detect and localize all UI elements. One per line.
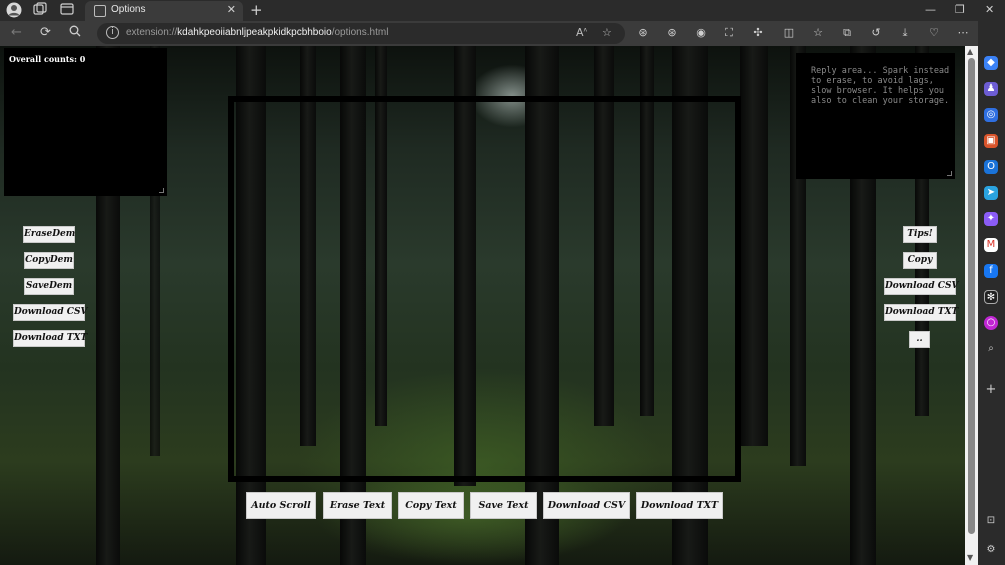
favorite-star-icon[interactable]: ☆ — [602, 26, 612, 39]
navigation-bar: ← ⟳ i extension://kdahkpeoiiabnljpeakpki… — [0, 21, 1005, 46]
sidebar-gmail-icon[interactable]: M — [984, 238, 998, 252]
sidebar-outlook-icon[interactable]: O — [984, 160, 998, 174]
bottom-download-txt-button[interactable]: Download TXT — [636, 492, 723, 519]
sidebar-telegram-icon[interactable]: ➤ — [984, 186, 998, 200]
refresh-icon[interactable]: ⟳ — [40, 25, 51, 41]
tab-options[interactable]: Options ✕ — [85, 1, 243, 21]
favorites-icon[interactable]: ☆ — [811, 26, 825, 40]
sidebar-messenger-icon[interactable]: ✦ — [984, 212, 998, 226]
sidebar-hide-icon[interactable]: ⊡ — [984, 514, 998, 528]
tab-title: Options — [111, 4, 146, 15]
close-window-button[interactable]: ✕ — [985, 3, 994, 16]
extension-icon-2[interactable]: ⊛ — [665, 26, 679, 40]
title-bar: Options ✕ + — ❐ ✕ — [0, 0, 1005, 21]
resize-grip[interactable] — [947, 171, 952, 176]
sidebar-facebook-icon[interactable]: f — [984, 264, 998, 278]
page-viewport: Overall counts: 0 Reply area... Spark in… — [0, 46, 978, 565]
minimize-button[interactable]: — — [925, 3, 936, 16]
sidebar-search-icon[interactable]: ⌕ — [984, 342, 998, 356]
history-icon[interactable]: ↺ — [869, 26, 883, 40]
erase-dem-button[interactable]: EraseDem — [23, 226, 75, 243]
collections-icon[interactable]: ⧉ — [840, 26, 854, 40]
display-frame — [228, 96, 741, 482]
tree-trunk — [740, 46, 768, 446]
sidebar-settings-icon[interactable]: ⚙ — [984, 543, 998, 557]
address-bar[interactable]: i extension://kdahkpeoiiabnljpeakpkidkpc… — [97, 23, 625, 44]
page-scrollbar[interactable]: ▲ ▼ — [965, 46, 978, 565]
overall-counts: Overall counts: 0 — [9, 54, 86, 64]
screenshot-icon[interactable]: ⛶ — [722, 26, 736, 40]
extension-page-icon — [94, 5, 106, 17]
sidebar-office-icon[interactable]: ▣ — [984, 134, 998, 148]
tab-actions-icon[interactable] — [58, 2, 76, 19]
copy-text-button[interactable]: Copy Text — [398, 492, 464, 519]
browser-essentials-icon[interactable]: ♡ — [927, 26, 941, 40]
address-url: extension://kdahkpeoiiabnljpeakpkidkpcbh… — [126, 27, 389, 38]
left-download-txt-button[interactable]: Download TXT — [13, 330, 87, 347]
sidebar-games-icon[interactable]: ♟ — [984, 82, 998, 96]
sidebar-circle-app-icon[interactable]: ○ — [984, 316, 998, 330]
search-icon[interactable] — [69, 25, 81, 42]
counts-textarea[interactable] — [4, 48, 167, 196]
erase-text-button[interactable]: Erase Text — [323, 492, 392, 519]
edge-sidebar: ◆ ♟ ◎ ▣ O ➤ ✦ M f ✻ ○ ⌕ + ⊡ ⚙ — [978, 21, 1005, 565]
extension-icon-3[interactable]: ◉ — [694, 26, 708, 40]
scroll-up-arrow-icon[interactable]: ▲ — [967, 47, 973, 56]
sidebar-add-icon[interactable]: + — [984, 383, 998, 397]
right-download-csv-button[interactable]: Download CSV — [884, 278, 958, 295]
right-download-txt-button[interactable]: Download TXT — [884, 304, 958, 321]
auto-scroll-button[interactable]: Auto Scroll — [246, 492, 316, 519]
back-arrow-icon[interactable]: ← — [11, 25, 22, 41]
scrollbar-thumb[interactable] — [968, 58, 975, 534]
read-aloud-icon[interactable]: Aʌ — [576, 26, 587, 39]
scroll-down-arrow-icon[interactable]: ▼ — [967, 553, 973, 562]
resize-grip[interactable] — [159, 188, 164, 193]
downloads-icon[interactable]: ⤓ — [898, 26, 912, 40]
save-text-button[interactable]: Save Text — [470, 492, 537, 519]
more-button[interactable]: .. — [909, 331, 930, 348]
extensions-puzzle-icon[interactable]: ✣ — [751, 26, 765, 40]
copy-dem-button[interactable]: CopyDem — [24, 252, 74, 269]
site-info-icon[interactable]: i — [106, 26, 119, 39]
reply-placeholder: Reply area... Spark instead to erase, to… — [811, 66, 950, 106]
close-tab-icon[interactable]: ✕ — [227, 3, 236, 16]
split-screen-icon[interactable]: ◫ — [782, 26, 796, 40]
bottom-download-csv-button[interactable]: Download CSV — [543, 492, 630, 519]
workspaces-icon[interactable] — [31, 2, 49, 19]
left-download-csv-button[interactable]: Download CSV — [13, 304, 87, 321]
tips-button[interactable]: Tips! — [903, 226, 937, 243]
save-dem-button[interactable]: SaveDem — [24, 278, 74, 295]
extension-icon-1[interactable]: ⊛ — [636, 26, 650, 40]
more-menu-icon[interactable]: ⋯ — [956, 26, 970, 40]
sidebar-copilot-icon[interactable]: ◎ — [984, 108, 998, 122]
profile-icon[interactable] — [5, 2, 23, 19]
maximize-button[interactable]: ❐ — [955, 3, 965, 16]
new-tab-button[interactable]: + — [250, 1, 263, 19]
copy-button[interactable]: Copy — [903, 252, 937, 269]
sidebar-shopping-icon[interactable]: ◆ — [984, 56, 998, 70]
sidebar-openai-icon[interactable]: ✻ — [984, 290, 998, 304]
